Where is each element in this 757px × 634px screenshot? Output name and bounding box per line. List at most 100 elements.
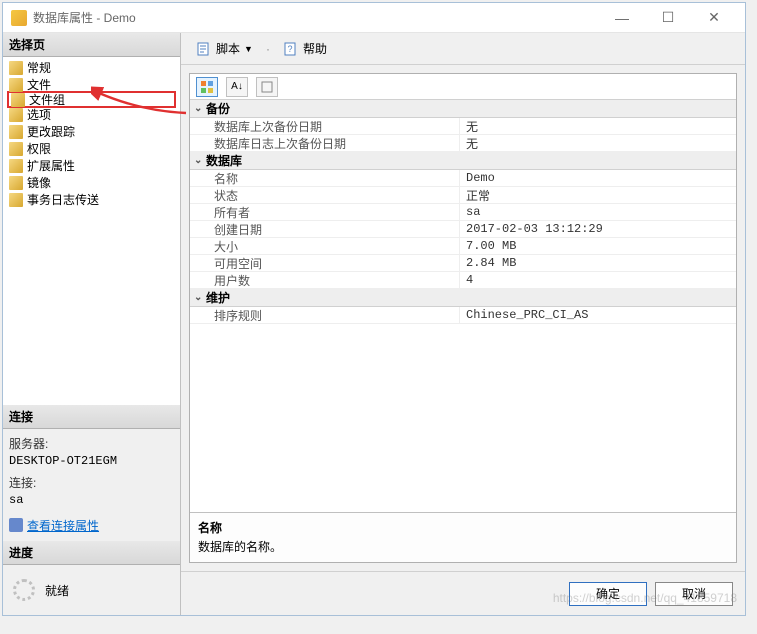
connection-panel: 连接 服务器: DESKTOP-OT21EGM 连接: sa 查看连接属性 <box>3 405 180 542</box>
property-grid-container: A↓ ⌄备份数据库上次备份日期无数据库日志上次备份日期无⌄数据库名称Demo状态… <box>189 73 737 563</box>
progress-panel: 进度 就绪 <box>3 541 180 615</box>
property-grid-toolbar: A↓ <box>190 74 736 100</box>
chevron-down-icon: ⌄ <box>194 292 206 303</box>
property-pages-button[interactable] <box>256 77 278 97</box>
script-icon <box>196 41 212 57</box>
property-row[interactable]: 创建日期2017-02-03 13:12:29 <box>190 221 736 238</box>
link-icon <box>9 518 23 532</box>
page-icon <box>9 142 23 156</box>
alphabetical-view-button[interactable]: A↓ <box>226 77 248 97</box>
toolbar: 脚本 ▼ · ? 帮助 <box>181 33 745 65</box>
property-row[interactable]: 名称Demo <box>190 170 736 187</box>
property-value: 2017-02-03 13:12:29 <box>460 222 736 236</box>
chevron-down-icon: ⌄ <box>194 155 206 166</box>
database-icon <box>11 10 27 26</box>
property-value: 2.84 MB <box>460 256 736 270</box>
sidebar-item-3[interactable]: 选项 <box>3 106 180 123</box>
script-button[interactable]: 脚本 ▼ <box>189 36 260 61</box>
progress-header: 进度 <box>3 541 180 565</box>
dropdown-arrow-icon: ▼ <box>244 44 253 54</box>
connection-value: sa <box>9 493 174 507</box>
property-label: 状态 <box>190 187 460 203</box>
sidebar-item-label: 扩展属性 <box>27 157 75 174</box>
ok-button[interactable]: 确定 <box>569 582 647 606</box>
property-label: 大小 <box>190 238 460 254</box>
description-panel: 名称 数据库的名称。 <box>190 512 736 562</box>
maximize-button[interactable]: ☐ <box>645 3 691 33</box>
property-value: Chinese_PRC_CI_AS <box>460 308 736 322</box>
progress-status: 就绪 <box>45 582 69 599</box>
button-bar: 确定 取消 <box>181 571 745 615</box>
sidebar-item-label: 选项 <box>27 106 51 123</box>
property-row[interactable]: 用户数4 <box>190 272 736 289</box>
description-title: 名称 <box>198 519 728 536</box>
property-category-name: 维护 <box>206 289 230 306</box>
sidebar-item-6[interactable]: 扩展属性 <box>3 157 180 174</box>
window-title: 数据库属性 - Demo <box>33 9 599 26</box>
cancel-button[interactable]: 取消 <box>655 582 733 606</box>
property-category[interactable]: ⌄维护 <box>190 289 736 307</box>
view-connection-props-label: 查看连接属性 <box>27 517 99 534</box>
property-label: 数据库日志上次备份日期 <box>190 135 460 151</box>
sidebar-item-label: 镜像 <box>27 174 51 191</box>
property-label: 用户数 <box>190 272 460 288</box>
page-icon <box>9 61 23 75</box>
help-button[interactable]: ? 帮助 <box>276 36 334 61</box>
sidebar-item-0[interactable]: 常规 <box>3 59 180 76</box>
property-value: sa <box>460 205 736 219</box>
sidebar-item-4[interactable]: 更改跟踪 <box>3 123 180 140</box>
sidebar-item-7[interactable]: 镜像 <box>3 174 180 191</box>
sidebar-item-8[interactable]: 事务日志传送 <box>3 191 180 208</box>
titlebar: 数据库属性 - Demo — ☐ ✕ <box>3 3 745 33</box>
property-value: 无 <box>460 118 736 135</box>
property-category-name: 数据库 <box>206 152 242 169</box>
property-label: 创建日期 <box>190 221 460 237</box>
spinner-icon <box>13 579 35 601</box>
minimize-button[interactable]: — <box>599 3 645 33</box>
right-panel: 脚本 ▼ · ? 帮助 A↓ <box>181 33 745 615</box>
property-row[interactable]: 大小7.00 MB <box>190 238 736 255</box>
sidebar-item-label: 事务日志传送 <box>27 191 99 208</box>
property-grid[interactable]: ⌄备份数据库上次备份日期无数据库日志上次备份日期无⌄数据库名称Demo状态正常所… <box>190 100 736 512</box>
property-label: 所有者 <box>190 204 460 220</box>
page-icon <box>9 193 23 207</box>
page-tree: 常规文件文件组选项更改跟踪权限扩展属性镜像事务日志传送 <box>3 57 180 210</box>
categorized-view-button[interactable] <box>196 77 218 97</box>
chevron-down-icon: ⌄ <box>194 103 206 114</box>
sidebar-item-5[interactable]: 权限 <box>3 140 180 157</box>
connection-header: 连接 <box>3 405 180 429</box>
close-button[interactable]: ✕ <box>691 3 737 33</box>
property-row[interactable]: 数据库上次备份日期无 <box>190 118 736 135</box>
property-value: 无 <box>460 135 736 152</box>
left-panel: 选择页 常规文件文件组选项更改跟踪权限扩展属性镜像事务日志传送 连接 服务器: … <box>3 33 181 615</box>
property-row[interactable]: 可用空间2.84 MB <box>190 255 736 272</box>
property-label: 排序规则 <box>190 307 460 323</box>
property-value: 4 <box>460 273 736 287</box>
page-icon <box>9 176 23 190</box>
property-row[interactable]: 排序规则Chinese_PRC_CI_AS <box>190 307 736 324</box>
property-row[interactable]: 所有者sa <box>190 204 736 221</box>
property-label: 可用空间 <box>190 255 460 271</box>
page-icon <box>9 108 23 122</box>
property-label: 名称 <box>190 170 460 186</box>
property-row[interactable]: 状态正常 <box>190 187 736 204</box>
page-icon <box>9 159 23 173</box>
toolbar-separator: · <box>266 42 270 56</box>
connection-label: 连接: <box>9 474 174 491</box>
page-icon <box>11 93 25 107</box>
property-value: Demo <box>460 171 736 185</box>
help-icon: ? <box>283 41 299 57</box>
property-category[interactable]: ⌄备份 <box>190 100 736 118</box>
dialog-window: 数据库属性 - Demo — ☐ ✕ 选择页 常规文件文件组选项更改跟踪权限扩展… <box>2 2 746 616</box>
description-text: 数据库的名称。 <box>198 538 728 555</box>
property-category-name: 备份 <box>206 100 230 117</box>
page-icon <box>9 125 23 139</box>
help-label: 帮助 <box>303 40 327 57</box>
script-label: 脚本 <box>216 40 240 57</box>
property-row[interactable]: 数据库日志上次备份日期无 <box>190 135 736 152</box>
property-category[interactable]: ⌄数据库 <box>190 152 736 170</box>
svg-text:?: ? <box>287 44 292 54</box>
server-value: DESKTOP-OT21EGM <box>9 454 174 468</box>
select-page-header: 选择页 <box>3 33 180 57</box>
view-connection-props-link[interactable]: 查看连接属性 <box>9 517 99 534</box>
